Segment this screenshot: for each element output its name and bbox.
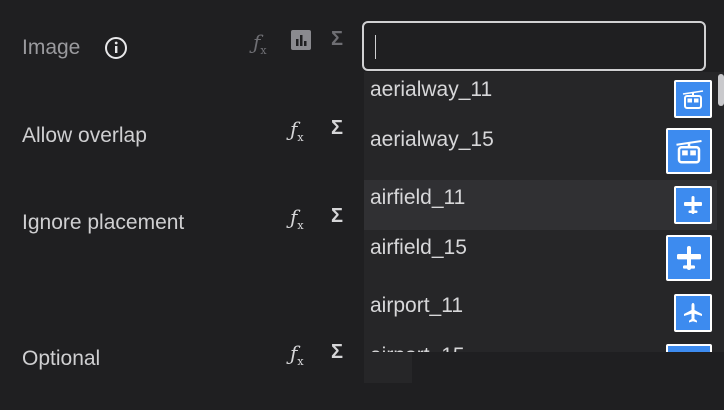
sigma-icon[interactable]: Σ [331, 341, 343, 364]
list-item[interactable]: aerialway_11 [364, 72, 717, 120]
aerialway-icon [674, 80, 712, 118]
list-item[interactable]: aerialway_15 [364, 120, 717, 180]
list-item-label: airport_15 [370, 344, 465, 352]
sigma-icon[interactable]: Σ [331, 117, 343, 140]
function-icon[interactable]: ƒx [290, 117, 304, 144]
list-item-label: aerialway_11 [370, 78, 493, 101]
function-icon[interactable]: ƒx [290, 205, 304, 232]
list-item[interactable]: airport_11 [364, 286, 717, 342]
aerialway-icon [666, 128, 712, 174]
image-search-field[interactable] [362, 21, 706, 71]
list-item[interactable]: airport_15 [364, 342, 717, 352]
list-item-label: airfield_11 [370, 186, 466, 209]
ignore-placement-label: Ignore placement [22, 211, 185, 234]
image-dropdown-list[interactable]: aerialway_11 aerialway_15 airfield_11 ai… [364, 72, 724, 352]
list-item-label: aerialway_15 [370, 128, 494, 151]
airport-icon [674, 294, 712, 332]
text-caret [375, 35, 376, 59]
function-icon[interactable]: ƒx [253, 30, 267, 57]
sigma-icon[interactable]: Σ [331, 205, 343, 228]
dropdown-scrollbar[interactable] [718, 72, 724, 352]
list-item-label: airport_11 [370, 294, 464, 317]
list-item[interactable]: airfield_11 [364, 180, 717, 230]
list-item-label: airfield_15 [370, 236, 467, 259]
airfield-icon [674, 186, 712, 224]
info-icon[interactable] [104, 36, 128, 60]
bar-chart-icon[interactable] [290, 29, 312, 51]
scrollbar-thumb[interactable] [718, 74, 724, 106]
airfield-icon [666, 235, 712, 281]
airport-icon [666, 344, 712, 352]
dropdown-tail [364, 352, 412, 383]
list-item[interactable]: airfield_15 [364, 230, 717, 286]
sigma-icon[interactable]: Σ [331, 28, 343, 51]
image-label: Image [22, 36, 81, 59]
optional-label: Optional [22, 347, 101, 370]
image-search-input[interactable] [364, 23, 704, 69]
function-icon[interactable]: ƒx [290, 341, 304, 368]
allow-overlap-label: Allow overlap [22, 124, 147, 147]
